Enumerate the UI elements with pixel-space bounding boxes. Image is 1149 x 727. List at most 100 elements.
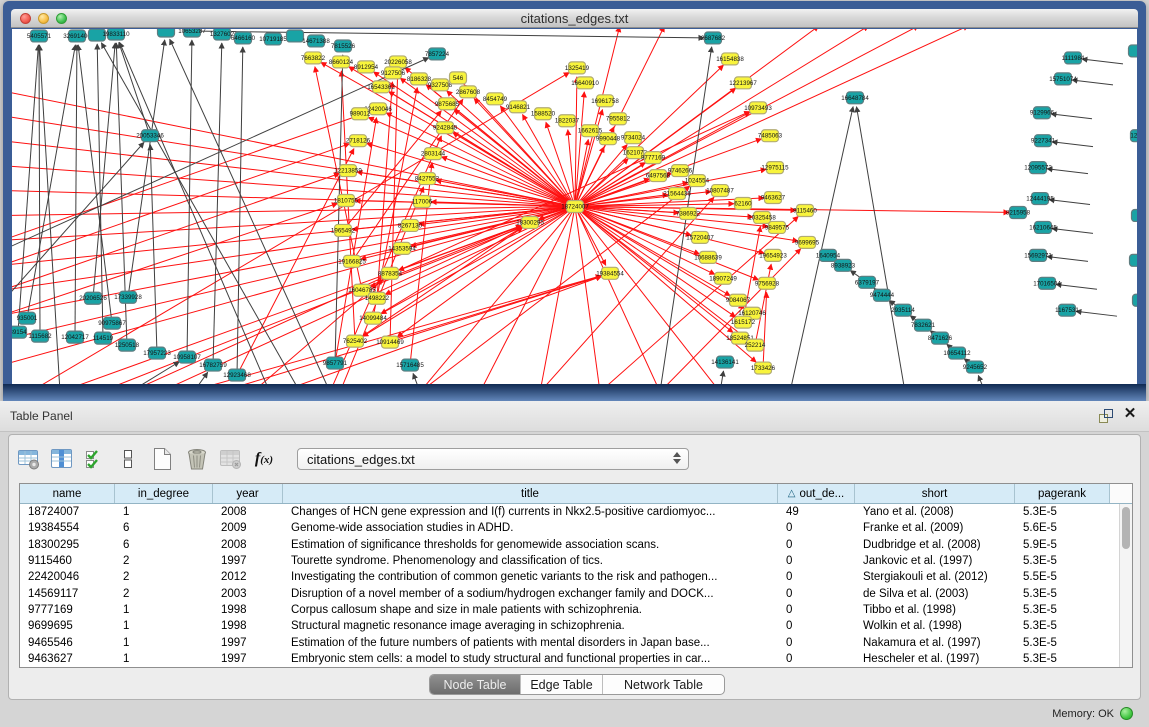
table-settings-icon[interactable]	[17, 446, 41, 472]
table-select-dropdown[interactable]: citations_edges.txt	[297, 448, 689, 470]
table-cell[interactable]: 9463627	[20, 653, 115, 665]
network-node[interactable]	[1132, 209, 1138, 221]
network-node[interactable]	[1129, 45, 1138, 57]
table-cell[interactable]: 0	[778, 653, 855, 665]
tab-node-table[interactable]: Node Table	[430, 675, 520, 694]
table-cell[interactable]: Investigating the contribution of common…	[283, 571, 778, 583]
table-cell[interactable]: 2	[115, 571, 213, 583]
select-columns-icon[interactable]	[50, 446, 74, 472]
table-cell[interactable]: 9699695	[20, 620, 115, 632]
table-cell[interactable]: 1998	[213, 604, 283, 616]
table-cell[interactable]: 2012	[213, 571, 283, 583]
table-row[interactable]: 1938455462009Genome-wide association stu…	[20, 520, 1132, 536]
table-cell[interactable]: 18724007	[20, 506, 115, 518]
table-cell[interactable]: Tourette syndrome. Phenomenology and cla…	[283, 555, 778, 567]
table-cell[interactable]: 14569117	[20, 588, 115, 600]
column-header-in-degree[interactable]: in_degree	[115, 484, 213, 503]
table-cell[interactable]: 5.3E-5	[1015, 653, 1110, 665]
table-cell[interactable]: 9115460	[20, 555, 115, 567]
table-cell[interactable]: Wolkin et al. (1998)	[855, 620, 1015, 632]
table-row[interactable]: 1872400712008Changes of HCN gene express…	[20, 504, 1132, 520]
table-cell[interactable]: 5.3E-5	[1015, 555, 1110, 567]
table-cell[interactable]: Estimation of significance thresholds fo…	[283, 539, 778, 551]
table-cell[interactable]: Disruption of a novel member of a sodium…	[283, 588, 778, 600]
column-header-out-de-[interactable]: △out_de...	[778, 484, 855, 503]
table-cell[interactable]: 6	[115, 539, 213, 551]
table-cell[interactable]: Yano et al. (2008)	[855, 506, 1015, 518]
table-cell[interactable]: Nakamura et al. (1997)	[855, 637, 1015, 649]
memory-ok-indicator-icon[interactable]	[1120, 707, 1133, 720]
scrollbar-thumb[interactable]	[1122, 507, 1130, 549]
column-header-year[interactable]: year	[213, 484, 283, 503]
column-header-title[interactable]: title	[283, 484, 778, 503]
table-cell[interactable]: Tibbo et al. (1998)	[855, 604, 1015, 616]
table-cell[interactable]: 5.3E-5	[1015, 637, 1110, 649]
table-cell[interactable]: 0	[778, 620, 855, 632]
network-node[interactable]	[1133, 294, 1138, 306]
network-node[interactable]	[158, 29, 175, 37]
table-cell[interactable]: 0	[778, 604, 855, 616]
tab-network-table[interactable]: Network Table	[602, 675, 724, 694]
table-cell[interactable]: 2008	[213, 506, 283, 518]
table-cell[interactable]: 0	[778, 555, 855, 567]
table-cell[interactable]: Changes of HCN gene expression and I(f) …	[283, 506, 778, 518]
table-cell[interactable]: 1	[115, 637, 213, 649]
table-cell[interactable]: 0	[778, 637, 855, 649]
table-vertical-scrollbar[interactable]	[1119, 504, 1132, 667]
table-row[interactable]: 946362711997Embryonic stem cells: a mode…	[20, 651, 1132, 667]
table-cell[interactable]: Hescheler et al. (1997)	[855, 653, 1015, 665]
float-panel-icon[interactable]	[1097, 407, 1115, 425]
table-cell[interactable]: Estimation of the future numbers of pati…	[283, 637, 778, 649]
table-cell[interactable]: 2008	[213, 539, 283, 551]
table-cell[interactable]: de Silva et al. (2003)	[855, 588, 1015, 600]
table-cell[interactable]: Embryonic stem cells: a model to study s…	[283, 653, 778, 665]
table-cell[interactable]: 5.3E-5	[1015, 604, 1110, 616]
table-cell[interactable]: 2003	[213, 588, 283, 600]
network-node[interactable]	[287, 30, 304, 42]
table-row[interactable]: 969969511998Structural magnetic resonanc…	[20, 618, 1132, 634]
table-cell[interactable]: 2	[115, 555, 213, 567]
network-window-titlebar[interactable]: citations_edges.txt	[11, 9, 1138, 28]
column-header-short[interactable]: short	[855, 484, 1015, 503]
table-cell[interactable]: 1	[115, 653, 213, 665]
table-cell[interactable]: 9465546	[20, 637, 115, 649]
table-cell[interactable]: 5.9E-5	[1015, 539, 1110, 551]
table-cell[interactable]: 1	[115, 604, 213, 616]
table-cell[interactable]: 5.5E-5	[1015, 571, 1110, 583]
table-cell[interactable]: 0	[778, 588, 855, 600]
new-table-icon[interactable]	[149, 446, 175, 472]
table-row[interactable]: 1456911722003Disruption of a novel membe…	[20, 585, 1132, 601]
table-cell[interactable]: 49	[778, 506, 855, 518]
column-header-name[interactable]: name	[20, 484, 115, 503]
table-cell[interactable]: Structural magnetic resonance image aver…	[283, 620, 778, 632]
tab-edge-table[interactable]: Edge Table	[520, 675, 602, 694]
table-cell[interactable]: Genome-wide association studies in ADHD.	[283, 522, 778, 534]
edit-columns-icon[interactable]	[83, 446, 107, 472]
table-cell[interactable]: 18300295	[20, 539, 115, 551]
table-cell[interactable]: Stergiakouli et al. (2012)	[855, 571, 1015, 583]
table-cell[interactable]: 5.6E-5	[1015, 522, 1110, 534]
table-cell[interactable]: 2	[115, 588, 213, 600]
close-panel-icon[interactable]: ✕	[1121, 405, 1139, 423]
table-cell[interactable]: Jankovic et al. (1997)	[855, 555, 1015, 567]
table-cell[interactable]: 0	[778, 522, 855, 534]
table-cell[interactable]: Corpus callosum shape and size in male p…	[283, 604, 778, 616]
table-row[interactable]: 2242004622012Investigating the contribut…	[20, 569, 1132, 585]
table-cell[interactable]: 5.3E-5	[1015, 588, 1110, 600]
table-row[interactable]: 1830029562008Estimation of significance …	[20, 537, 1132, 553]
table-cell[interactable]: 19384554	[20, 522, 115, 534]
table-cell[interactable]: 6	[115, 522, 213, 534]
table-row[interactable]: 977716911998Corpus callosum shape and si…	[20, 602, 1132, 618]
table-cell[interactable]: 1997	[213, 555, 283, 567]
table-cell[interactable]: 0	[778, 539, 855, 551]
table-cell[interactable]: 5.3E-5	[1015, 620, 1110, 632]
table-cell[interactable]: 1997	[213, 653, 283, 665]
network-canvas[interactable]: 1872400776638228660124891295420226058912…	[12, 29, 1137, 384]
network-node[interactable]	[1130, 254, 1138, 266]
table-cell[interactable]: 1	[115, 506, 213, 518]
table-cell[interactable]: Dudbridge et al. (2008)	[855, 539, 1015, 551]
function-builder-icon[interactable]: f(x)	[252, 446, 276, 472]
row-options-icon[interactable]	[116, 446, 140, 472]
table-cell[interactable]: 22420046	[20, 571, 115, 583]
table-row[interactable]: 946554611997Estimation of the future num…	[20, 634, 1132, 650]
